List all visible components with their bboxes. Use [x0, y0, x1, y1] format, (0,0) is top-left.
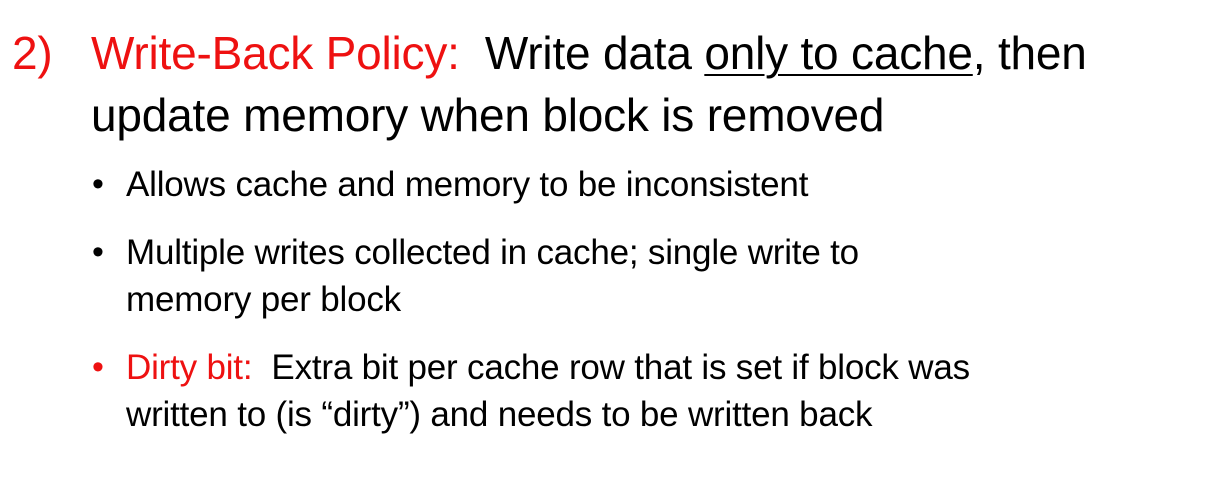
bullet-text-continued: memory per block — [126, 280, 401, 319]
bullet-text: Allows cache and memory to be inconsiste… — [126, 165, 809, 204]
dirty-bit-term: Dirty bit: — [126, 348, 253, 387]
bullet-item: • Dirty bit: Extra bit per cache row tha… — [0, 344, 1215, 438]
main-point-text: Write-Back Policy: Write data only to ca… — [91, 22, 1087, 146]
bullet-item: • Allows cache and memory to be inconsis… — [0, 161, 1215, 208]
bullet-dot-icon: • — [92, 233, 104, 271]
bullet-dot-icon: • — [92, 348, 104, 386]
bullet-dot-icon: • — [92, 165, 104, 203]
bullet-text-continued: written to (is “dirty”) and needs to be … — [126, 395, 873, 434]
bullet-text: Dirty bit: Extra bit per cache row that … — [126, 344, 970, 391]
main-point-text-before: Write data — [484, 27, 705, 79]
main-point-line-2: update memory when block is removed — [91, 89, 885, 141]
write-back-policy-term: Write-Back Policy: — [91, 27, 460, 79]
sub-bullet-list: • Allows cache and memory to be inconsis… — [0, 161, 1215, 438]
main-point-number: 2) — [12, 27, 53, 79]
main-point-line-1: Write-Back Policy: Write data only to ca… — [91, 22, 1087, 84]
only-to-cache-underlined: only to cache — [704, 27, 973, 79]
bullet-item: • Multiple writes collected in cache; si… — [0, 229, 1215, 323]
bullet-text: Multiple writes collected in cache; sing… — [126, 233, 859, 272]
slide: 2) Write-Back Policy: Write data only to… — [0, 0, 1220, 483]
main-point-text-after: , then — [972, 27, 1087, 79]
dirty-bit-definition: Extra bit per cache row that is set if b… — [271, 348, 970, 387]
